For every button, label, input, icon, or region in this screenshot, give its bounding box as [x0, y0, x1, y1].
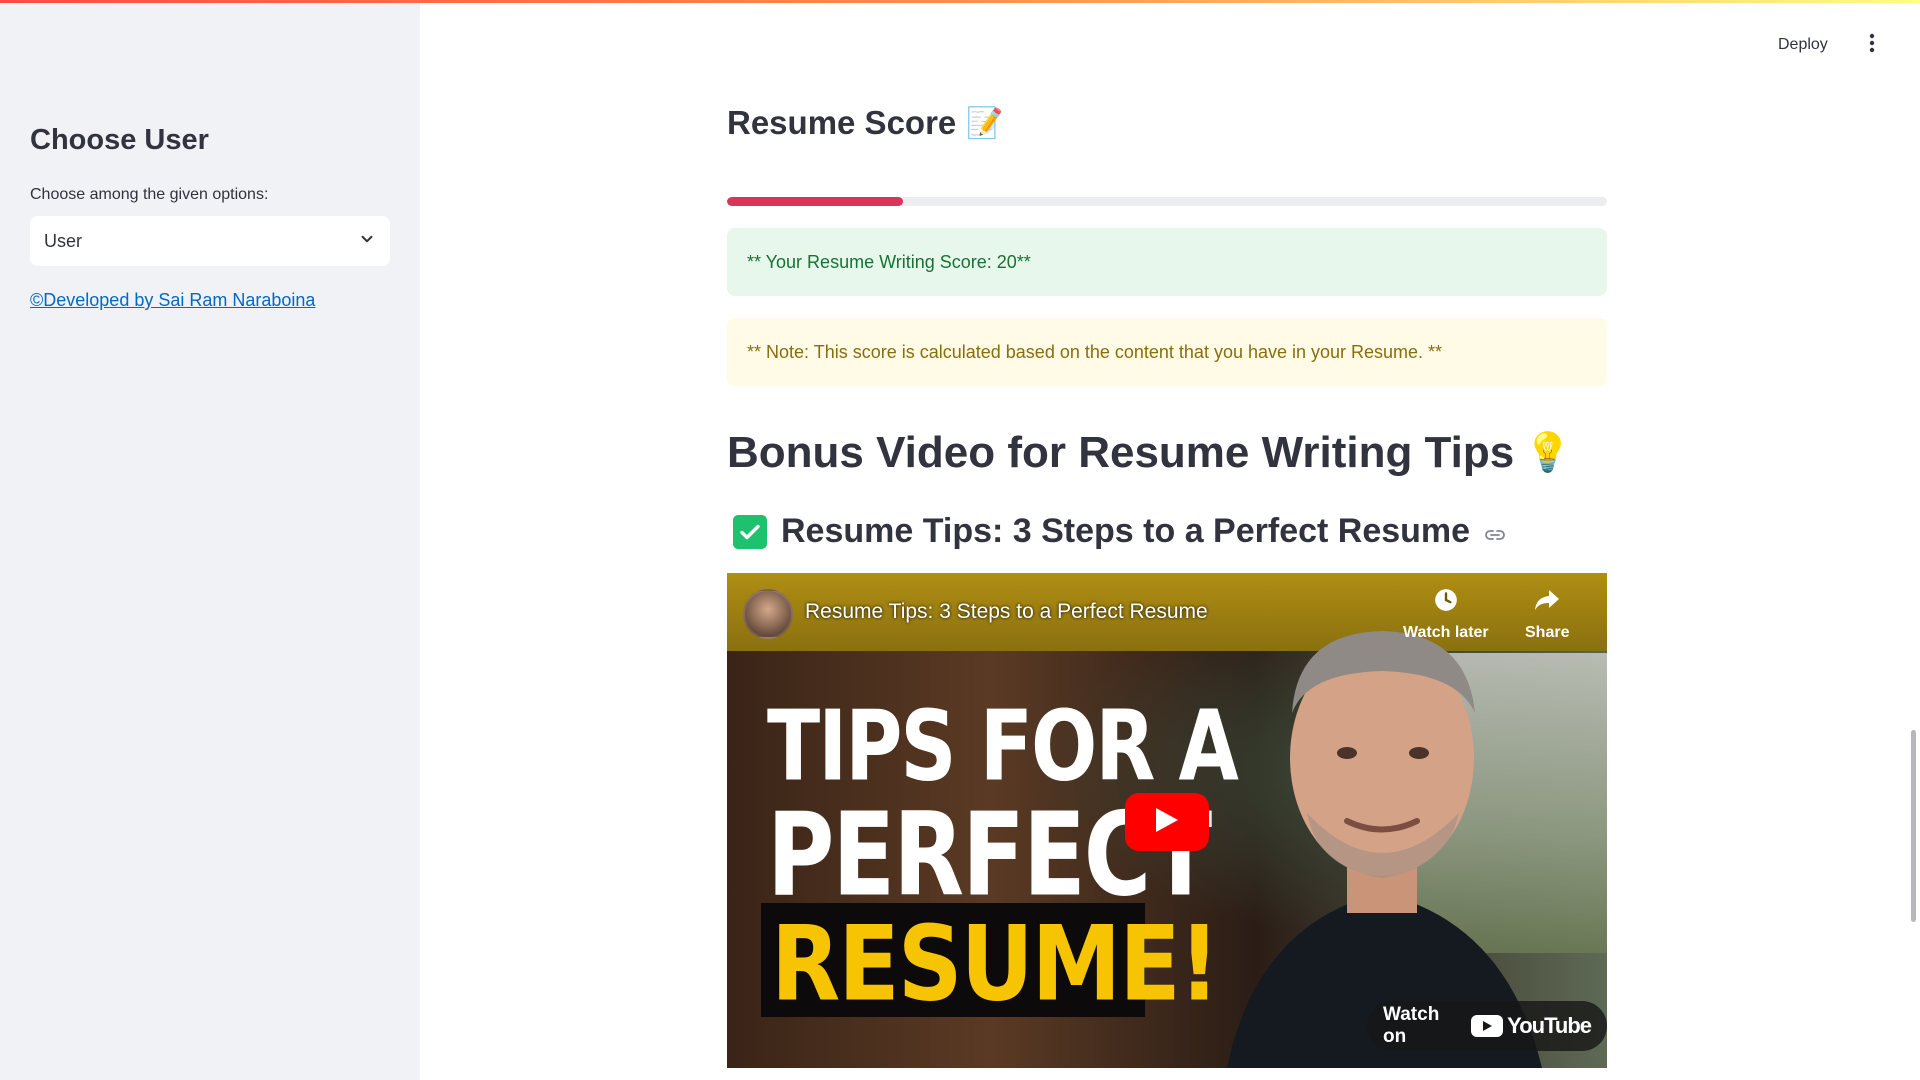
share-label: Share: [1525, 624, 1570, 641]
resume-score-heading: Resume Score 📝: [727, 104, 1004, 142]
youtube-logo: YouTube: [1471, 1013, 1592, 1039]
bonus-video-heading: Bonus Video for Resume Writing Tips 💡: [727, 428, 1572, 478]
play-button[interactable]: [1125, 793, 1209, 851]
main-menu-button[interactable]: [1862, 30, 1882, 60]
deploy-button[interactable]: Deploy: [1770, 32, 1836, 58]
chevron-down-icon: [358, 230, 376, 253]
bonus-video-heading-text: Bonus Video for Resume Writing Tips: [727, 428, 1515, 477]
clock-icon: [1433, 587, 1459, 618]
sidebar: Choose User Choose among the given optio…: [0, 0, 420, 1080]
video-title-heading: Resume Tips: 3 Steps to a Perfect Resume: [733, 512, 1506, 551]
resume-score-progress-fill: [727, 197, 903, 206]
video-overlay-title[interactable]: Resume Tips: 3 Steps to a Perfect Resume: [805, 600, 1208, 624]
score-success-alert: ** Your Resume Writing Score: 20**: [727, 228, 1607, 296]
kebab-menu-icon: [1869, 33, 1875, 58]
user-select-value: User: [44, 230, 83, 251]
watch-later-label: Watch later: [1403, 624, 1489, 641]
user-select[interactable]: User: [30, 216, 390, 266]
page-scrollbar[interactable]: [1911, 730, 1916, 922]
video-title-heading-text: Resume Tips: 3 Steps to a Perfect Resume: [781, 512, 1471, 550]
light-bulb-icon: 💡: [1524, 432, 1572, 474]
select-label: Choose among the given options:: [30, 186, 269, 203]
watch-on-youtube-button[interactable]: Watch on YouTube: [1367, 1001, 1607, 1051]
youtube-video-embed[interactable]: Resume Tips: 3 Steps to a Perfect Resume…: [727, 573, 1607, 1068]
score-note-alert: ** Note: This score is calculated based …: [727, 318, 1607, 386]
thumbnail-text-line3: RESUME!: [771, 903, 1220, 1025]
score-note-text: ** Note: This score is calculated based …: [747, 341, 1443, 362]
share-button[interactable]: Share: [1525, 587, 1569, 642]
thumbnail-text-line1: TIPS FOR A: [767, 690, 1239, 803]
memo-icon: 📝: [966, 106, 1004, 140]
score-success-text: ** Your Resume Writing Score: 20**: [747, 251, 1031, 272]
share-arrow-icon: [1533, 587, 1561, 618]
resume-score-heading-text: Resume Score: [727, 104, 957, 141]
sidebar-title: Choose User: [30, 124, 209, 156]
presenter-figure: [1227, 631, 1542, 1068]
youtube-wordmark: YouTube: [1507, 1013, 1592, 1038]
top-decoration-stripe: [0, 0, 1920, 3]
anchor-link-icon[interactable]: [1484, 512, 1506, 551]
channel-avatar[interactable]: [743, 589, 793, 639]
play-icon: [1154, 806, 1180, 839]
youtube-play-mark-icon: [1471, 1015, 1504, 1037]
developer-credit-link[interactable]: ©Developed by Sai Ram Naraboina: [30, 290, 315, 311]
resume-score-progress-bar: [727, 197, 1607, 206]
watch-on-label: Watch on: [1383, 1004, 1440, 1047]
check-mark-icon: [733, 514, 767, 549]
watch-later-button[interactable]: Watch later: [1403, 587, 1489, 642]
